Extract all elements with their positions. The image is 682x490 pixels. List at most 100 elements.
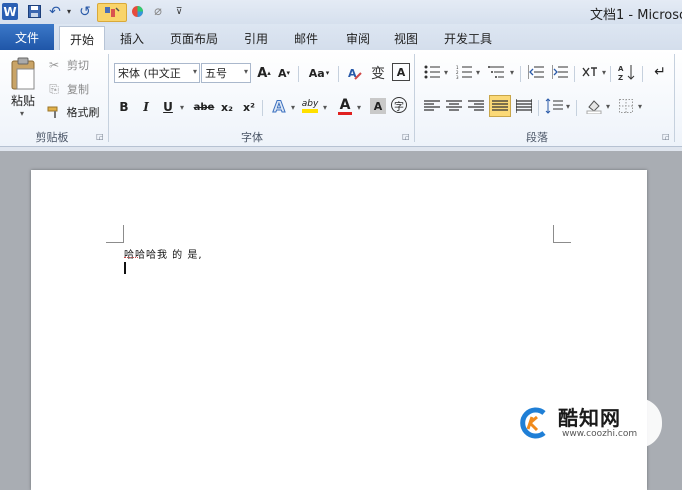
cut-label[interactable]: 剪切	[64, 57, 92, 73]
margin-mark	[123, 225, 124, 243]
bullets-icon[interactable]	[422, 63, 442, 81]
clear-format-qa-icon[interactable]: ⌀	[150, 3, 166, 20]
paste-label[interactable]: 粘贴	[8, 92, 38, 108]
watermark: 酷知网 www.coozhi.com	[512, 398, 662, 448]
tab-page-layout[interactable]: 页面布局	[162, 27, 226, 49]
distributed-icon[interactable]	[514, 96, 534, 116]
shrink-font-button[interactable]: A ▾	[275, 64, 293, 82]
borders-dropdown-icon[interactable]: ▾	[636, 100, 644, 112]
copy-icon[interactable]: ⎘	[46, 81, 62, 97]
tab-file[interactable]: 文件	[0, 24, 54, 50]
line-spacing-icon[interactable]	[544, 96, 564, 116]
paste-dropdown-icon[interactable]: ▾	[14, 108, 30, 118]
divider	[576, 100, 577, 116]
text-cursor	[124, 262, 126, 274]
numbering-icon[interactable]: 123	[454, 63, 474, 81]
underline-dropdown-icon[interactable]: ▾	[177, 100, 187, 114]
undo-icon[interactable]: ↶	[48, 3, 62, 20]
numbering-dropdown-icon[interactable]: ▾	[474, 66, 482, 78]
window-title: 文档1 - Microso	[590, 8, 682, 23]
group-divider	[674, 54, 675, 142]
strikethrough-button[interactable]: abe	[192, 98, 216, 116]
divider	[298, 66, 299, 82]
margin-mark	[553, 242, 571, 243]
title-bar: W ↶ ▾ ↺ ⌀ ⊽ 文档1 - Microso	[0, 0, 682, 24]
font-color-dropdown-icon[interactable]: ▾	[354, 100, 364, 114]
align-center-icon[interactable]	[444, 96, 464, 116]
subscript-button[interactable]: x₂	[218, 98, 236, 116]
divider	[520, 66, 521, 82]
tab-home[interactable]: 开始	[59, 26, 105, 51]
tab-insert[interactable]: 插入	[110, 27, 154, 49]
asian-layout-icon[interactable]	[580, 63, 600, 81]
chevron-down-icon[interactable]: ▾	[193, 67, 197, 76]
underline-button[interactable]: U	[161, 98, 175, 116]
font-color-button[interactable]: A	[336, 96, 354, 116]
color-wheel-icon[interactable]	[130, 3, 144, 20]
enclose-characters-button[interactable]: 字	[391, 97, 407, 113]
justify-icon[interactable]	[489, 95, 511, 117]
align-left-icon[interactable]	[422, 96, 442, 116]
ribbon-home: 粘贴 ▾ ✂ 剪切 ⎘ 复制 格式刷 剪贴板 ◲ 宋体 (中文正 ▾ 五号 ▾ …	[0, 50, 682, 147]
tab-references[interactable]: 引用	[234, 27, 278, 49]
phonetic-guide-icon[interactable]: 变	[368, 63, 388, 83]
paste-button[interactable]	[6, 54, 40, 94]
font-size-combo[interactable]: 五号 ▾	[201, 63, 251, 83]
save-icon[interactable]	[26, 3, 42, 20]
show-formatting-marks-icon[interactable]: ↵	[650, 63, 670, 81]
character-border-icon[interactable]: A	[392, 63, 410, 81]
divider	[642, 66, 643, 82]
asian-layout-dropdown-icon[interactable]: ▾	[600, 66, 608, 78]
decrease-indent-icon[interactable]	[526, 63, 546, 81]
text-effects-button[interactable]: A	[270, 96, 288, 116]
font-group-label: 字体	[241, 131, 263, 144]
format-painter-icon[interactable]	[46, 104, 62, 120]
italic-button[interactable]: I	[139, 98, 153, 116]
bold-button[interactable]: B	[117, 98, 131, 116]
redo-icon[interactable]: ↺	[78, 3, 92, 20]
align-right-icon[interactable]	[466, 96, 486, 116]
character-shading-button[interactable]: A	[370, 98, 386, 114]
divider	[338, 66, 339, 82]
shading-dropdown-icon[interactable]: ▾	[604, 100, 612, 112]
undo-dropdown-icon[interactable]: ▾	[64, 3, 74, 20]
svg-text:A: A	[618, 65, 624, 73]
font-dialog-launcher-icon[interactable]: ◲	[402, 132, 410, 141]
font-size-value: 五号	[205, 67, 227, 80]
font-name-combo[interactable]: 宋体 (中文正 ▾	[114, 63, 200, 83]
sort-icon[interactable]: AZ	[616, 62, 638, 82]
highlight-dropdown-icon[interactable]: ▾	[320, 100, 330, 114]
paragraph-dialog-launcher-icon[interactable]: ◲	[662, 132, 670, 141]
multilevel-list-icon[interactable]	[486, 63, 508, 81]
document-text-line[interactable]: 哈哈哈我 的 是,	[124, 246, 203, 261]
text-effects-dropdown-icon[interactable]: ▾	[288, 100, 298, 114]
borders-icon[interactable]	[616, 96, 636, 116]
tab-developer[interactable]: 开发工具	[436, 27, 500, 49]
divider	[574, 66, 575, 82]
shading-icon[interactable]	[584, 96, 604, 116]
clear-formatting-icon[interactable]: A	[346, 63, 364, 83]
tab-view[interactable]: 视图	[384, 27, 428, 49]
format-painter-qa-icon[interactable]	[97, 3, 127, 22]
customize-qa-icon[interactable]: ⊽	[174, 3, 184, 20]
font-name-value: 宋体 (中文正	[118, 67, 181, 80]
bullets-dropdown-icon[interactable]: ▾	[442, 66, 450, 78]
watermark-brand: 酷知网	[558, 406, 621, 430]
cut-icon[interactable]: ✂	[46, 57, 62, 73]
grow-font-button[interactable]: A ▴	[255, 64, 273, 82]
increase-indent-icon[interactable]	[550, 63, 570, 81]
line-spacing-dropdown-icon[interactable]: ▾	[564, 100, 572, 112]
chevron-down-icon[interactable]: ▾	[244, 67, 248, 76]
tab-review[interactable]: 审阅	[336, 27, 380, 49]
change-case-button[interactable]: Aa ▾	[305, 64, 333, 82]
tab-mailings[interactable]: 邮件	[284, 27, 328, 49]
copy-label[interactable]: 复制	[64, 81, 92, 97]
highlight-button[interactable]: aby	[300, 96, 320, 116]
format-painter-label[interactable]: 格式刷	[64, 104, 102, 120]
superscript-button[interactable]: x²	[240, 98, 258, 116]
clipboard-group-label: 剪贴板	[35, 131, 69, 144]
clipboard-dialog-launcher-icon[interactable]: ◲	[96, 132, 104, 141]
ribbon-bottom-edge	[0, 147, 682, 151]
word-app-icon[interactable]: W	[2, 3, 18, 20]
multilevel-dropdown-icon[interactable]: ▾	[508, 66, 516, 78]
